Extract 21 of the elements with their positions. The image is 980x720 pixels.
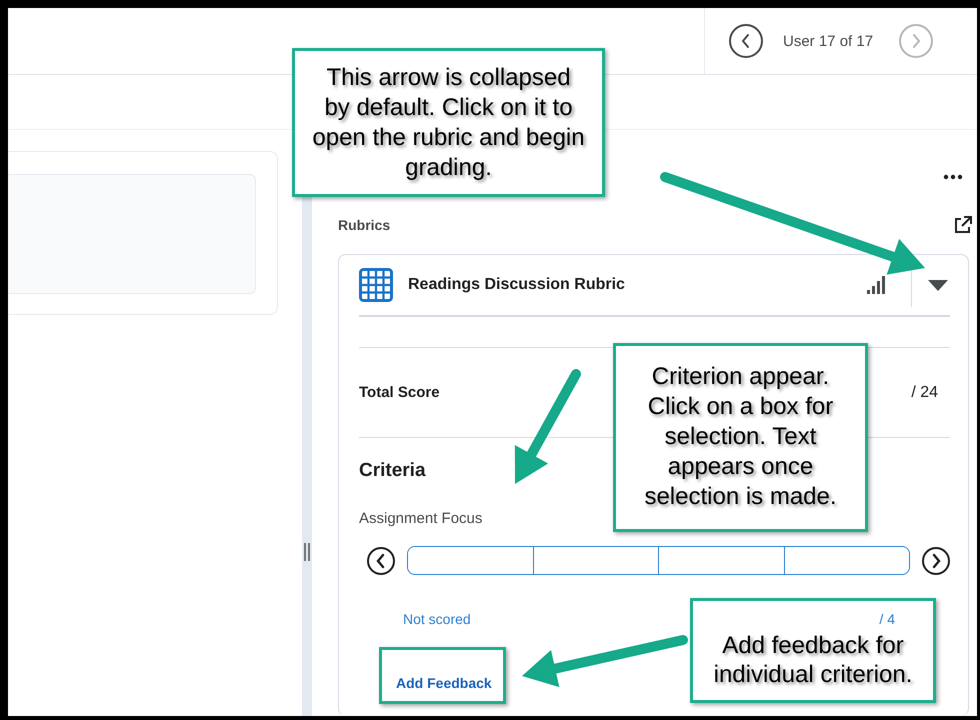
grip-icon[interactable] [304, 543, 310, 561]
score-status: Not scored [403, 611, 471, 627]
caret-icon [928, 280, 948, 290]
more-options-icon[interactable] [943, 174, 963, 180]
total-score-label: Total Score [359, 384, 440, 401]
total-score-value: / 24 [911, 384, 938, 402]
grid-icon [359, 268, 393, 302]
points-possible: / 4 [879, 611, 895, 627]
signal-bars-icon [867, 276, 887, 294]
rubric-title: Readings Discussion Rubric [408, 276, 626, 294]
callout-note: Criterion appear. Click on a box for selection. Text appears once selection is made. [613, 343, 868, 532]
previous-user-button[interactable] [729, 24, 763, 58]
scroll-right-button[interactable] [922, 546, 950, 574]
add-feedback-link[interactable]: Add Feedback [396, 675, 492, 691]
section-label: Rubrics [338, 217, 390, 233]
user-counter: User 17 of 17 [782, 32, 874, 50]
scroll-left-button[interactable] [367, 546, 395, 574]
criterion-name: Assignment Focus [359, 510, 484, 527]
criteria-heading: Criteria [359, 460, 426, 482]
popout-icon[interactable] [953, 215, 973, 235]
callout-note: This arrow is collapsed by default. Click on it to open the rubric and begin grading. [292, 48, 605, 197]
